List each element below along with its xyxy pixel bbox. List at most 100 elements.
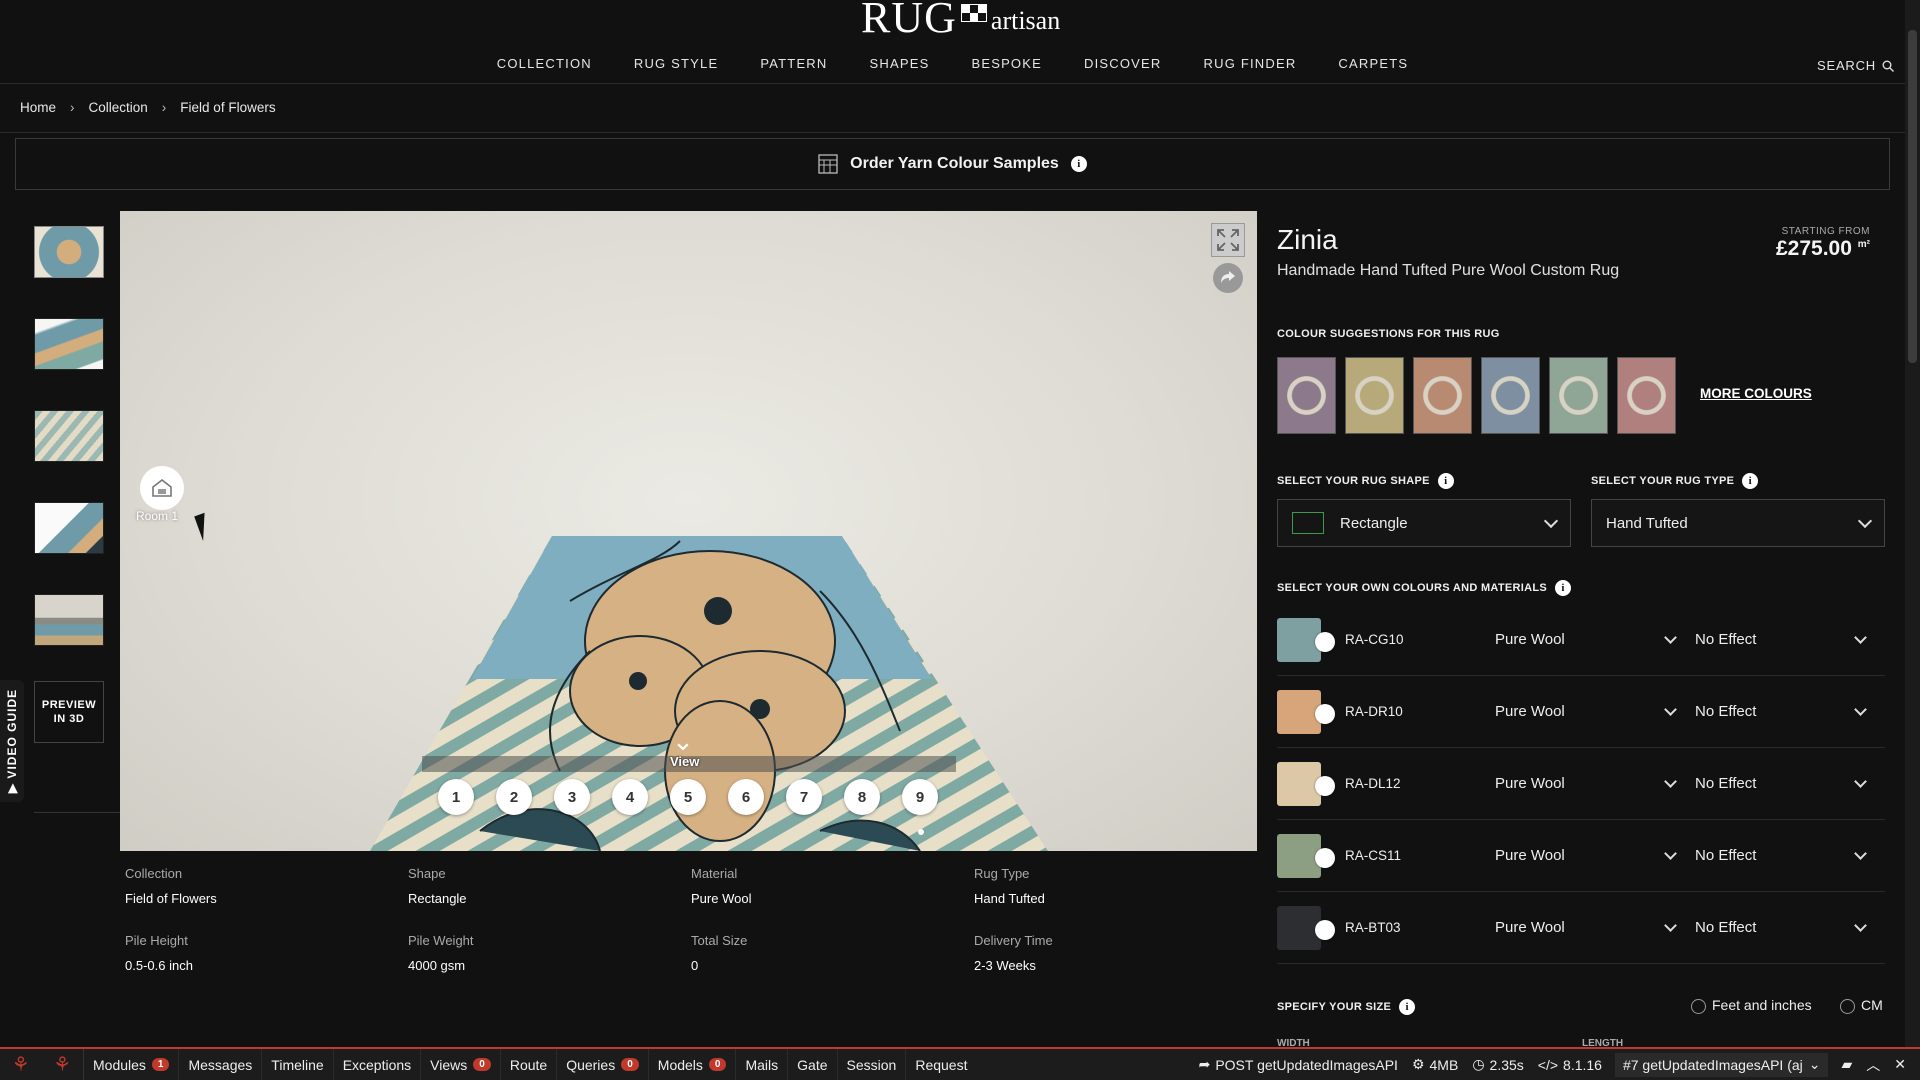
view-3-button[interactable]: 3 — [554, 779, 590, 815]
info-icon[interactable]: i — [1070, 156, 1087, 172]
debug-tab-session[interactable]: Session — [838, 1049, 907, 1080]
product-price: £275.00 m² — [1776, 237, 1870, 261]
view-1-button[interactable]: 1 — [438, 779, 474, 815]
folder-icon[interactable]: ▰ — [1834, 1049, 1859, 1080]
toggle-knob[interactable] — [1315, 703, 1335, 724]
debug-tab-request[interactable]: Request — [906, 1049, 976, 1080]
thumbnail-3[interactable] — [34, 410, 104, 462]
thumbnail-5[interactable] — [34, 594, 104, 646]
toggle-knob[interactable] — [1315, 847, 1335, 868]
unit-feet-option[interactable]: Feet and inches — [1691, 997, 1812, 1014]
material-dropdown[interactable]: Pure Wool — [1495, 846, 1677, 864]
toggle-knob[interactable] — [1315, 631, 1335, 652]
unit-cm-option[interactable]: CM — [1840, 997, 1883, 1014]
toggle-knob[interactable] — [1315, 775, 1335, 796]
debug-tab-mails[interactable]: Mails — [736, 1049, 789, 1080]
info-icon[interactable]: i — [1437, 473, 1454, 489]
debugbar-logo-icon[interactable]: ⚘ ⚘ — [0, 1049, 84, 1080]
thumbnail-1[interactable] — [34, 226, 104, 278]
colour-suggestion-1[interactable] — [1277, 357, 1336, 434]
spec-value: Rectangle — [408, 891, 467, 906]
material-dropdown[interactable]: Pure Wool — [1495, 630, 1677, 648]
view-6-button[interactable]: 6 — [728, 779, 764, 815]
debug-tab-views[interactable]: Views 0 — [421, 1049, 501, 1080]
colour-swatch[interactable] — [1277, 761, 1335, 806]
material-dropdown[interactable]: Pure Wool — [1495, 774, 1677, 792]
debug-tab-gate[interactable]: Gate — [788, 1049, 838, 1080]
chevron-right-icon: › — [161, 100, 167, 115]
radio-icon[interactable] — [1840, 998, 1855, 1014]
spec-value: 0 — [691, 958, 699, 973]
order-yarn-samples-bar[interactable]: Order Yarn Colour Samples i — [15, 138, 1890, 190]
spec-value: 2-3 Weeks — [974, 958, 1036, 973]
colour-swatch[interactable] — [1277, 833, 1335, 878]
radio-icon[interactable] — [1691, 998, 1706, 1014]
debug-request-select[interactable]: #7 getUpdatedImagesAPI (aj ⌄ — [1614, 1052, 1829, 1077]
scrollbar-thumb[interactable] — [1908, 30, 1917, 363]
search-button[interactable]: SEARCH — [1817, 58, 1894, 73]
view-5-button[interactable]: 5 — [670, 779, 706, 815]
thumbnail-2[interactable] — [34, 318, 104, 370]
colour-swatch[interactable] — [1277, 617, 1335, 662]
nav-shapes[interactable]: SHAPES — [849, 56, 951, 71]
share-icon[interactable] — [1213, 263, 1243, 293]
nav-collection[interactable]: COLLECTION — [476, 56, 613, 71]
fullscreen-icon[interactable] — [1211, 223, 1245, 257]
chevron-up-icon[interactable]: ︿ — [1859, 1049, 1887, 1080]
close-icon[interactable]: ✕ — [1887, 1049, 1920, 1080]
nav-carpets[interactable]: CARPETS — [1317, 56, 1429, 71]
debug-tab-models[interactable]: Models 0 — [649, 1049, 737, 1080]
nav-discover[interactable]: DISCOVER — [1063, 56, 1183, 71]
debug-tab-exceptions[interactable]: Exceptions — [334, 1049, 422, 1080]
logo-main: RUG — [861, 0, 957, 42]
debug-tab-route[interactable]: Route — [501, 1049, 558, 1080]
effect-dropdown[interactable]: No Effect — [1695, 846, 1867, 864]
info-icon[interactable]: i — [1555, 580, 1572, 596]
info-icon[interactable]: i — [1399, 999, 1416, 1015]
nav-pattern[interactable]: PATTERN — [739, 56, 848, 71]
nav-rug-finder[interactable]: RUG FINDER — [1183, 56, 1318, 71]
room-1-button[interactable] — [140, 466, 184, 510]
rectangle-shape-icon — [1292, 512, 1324, 534]
thumbnail-4[interactable] — [34, 502, 104, 554]
view-7-button[interactable]: 7 — [786, 779, 822, 815]
effect-dropdown[interactable]: No Effect — [1695, 630, 1867, 648]
effect-dropdown[interactable]: No Effect — [1695, 774, 1867, 792]
toggle-knob[interactable] — [1315, 919, 1335, 940]
colour-suggestion-4[interactable] — [1481, 357, 1540, 434]
debug-tab-modules[interactable]: Modules 1 — [84, 1049, 180, 1080]
preview-in-3d-button[interactable]: PREVIEW IN 3D — [34, 681, 104, 743]
effect-dropdown[interactable]: No Effect — [1695, 702, 1867, 720]
view-8-button[interactable]: 8 — [844, 779, 880, 815]
nav-rug-style[interactable]: RUG STYLE — [613, 56, 739, 71]
rug-shape-select[interactable]: Rectangle — [1277, 499, 1571, 547]
request-label: POST getUpdatedImagesAPI — [1215, 1056, 1398, 1073]
debug-tab-messages[interactable]: Messages — [179, 1049, 263, 1080]
colour-suggestion-5[interactable] — [1549, 357, 1608, 434]
rug-type-select[interactable]: Hand Tufted — [1591, 499, 1885, 547]
view-2-button[interactable]: 2 — [496, 779, 532, 815]
view-4-button[interactable]: 4 — [612, 779, 648, 815]
material-dropdown[interactable]: Pure Wool — [1495, 702, 1677, 720]
crumb-home[interactable]: Home — [20, 100, 56, 115]
rug-angle-view-image — [35, 319, 103, 369]
colour-suggestion-3[interactable] — [1413, 357, 1472, 434]
crumb-collection[interactable]: Collection — [89, 100, 148, 115]
info-icon[interactable]: i — [1742, 473, 1759, 489]
colour-suggestion-2[interactable] — [1345, 357, 1404, 434]
colour-swatch[interactable] — [1277, 905, 1335, 950]
debug-tab-timeline[interactable]: Timeline — [262, 1049, 334, 1080]
colour-suggestion-6[interactable] — [1617, 357, 1676, 434]
material-dropdown[interactable]: Pure Wool — [1495, 918, 1677, 936]
rug-3d-viewer[interactable]: Room 1 ⌄ View 1 2 3 4 5 6 7 8 9 — [120, 211, 1257, 851]
effect-dropdown[interactable]: No Effect — [1695, 918, 1867, 936]
debug-tab-queries[interactable]: Queries 0 — [557, 1049, 649, 1080]
view-9-button[interactable]: 9 — [902, 779, 938, 815]
nav-bespoke[interactable]: BESPOKE — [950, 56, 1063, 71]
video-guide-tab[interactable]: ▶ VIDEO GUIDE — [0, 680, 24, 802]
chevron-down-icon[interactable]: ⌄ — [672, 728, 694, 754]
colour-swatch[interactable] — [1277, 689, 1335, 734]
brand-logo[interactable]: RUG artisan — [861, 0, 1060, 42]
debug-request[interactable]: ➦ POST getUpdatedImagesAPI — [1192, 1049, 1405, 1080]
more-colours-link[interactable]: MORE COLOURS — [1700, 386, 1812, 401]
